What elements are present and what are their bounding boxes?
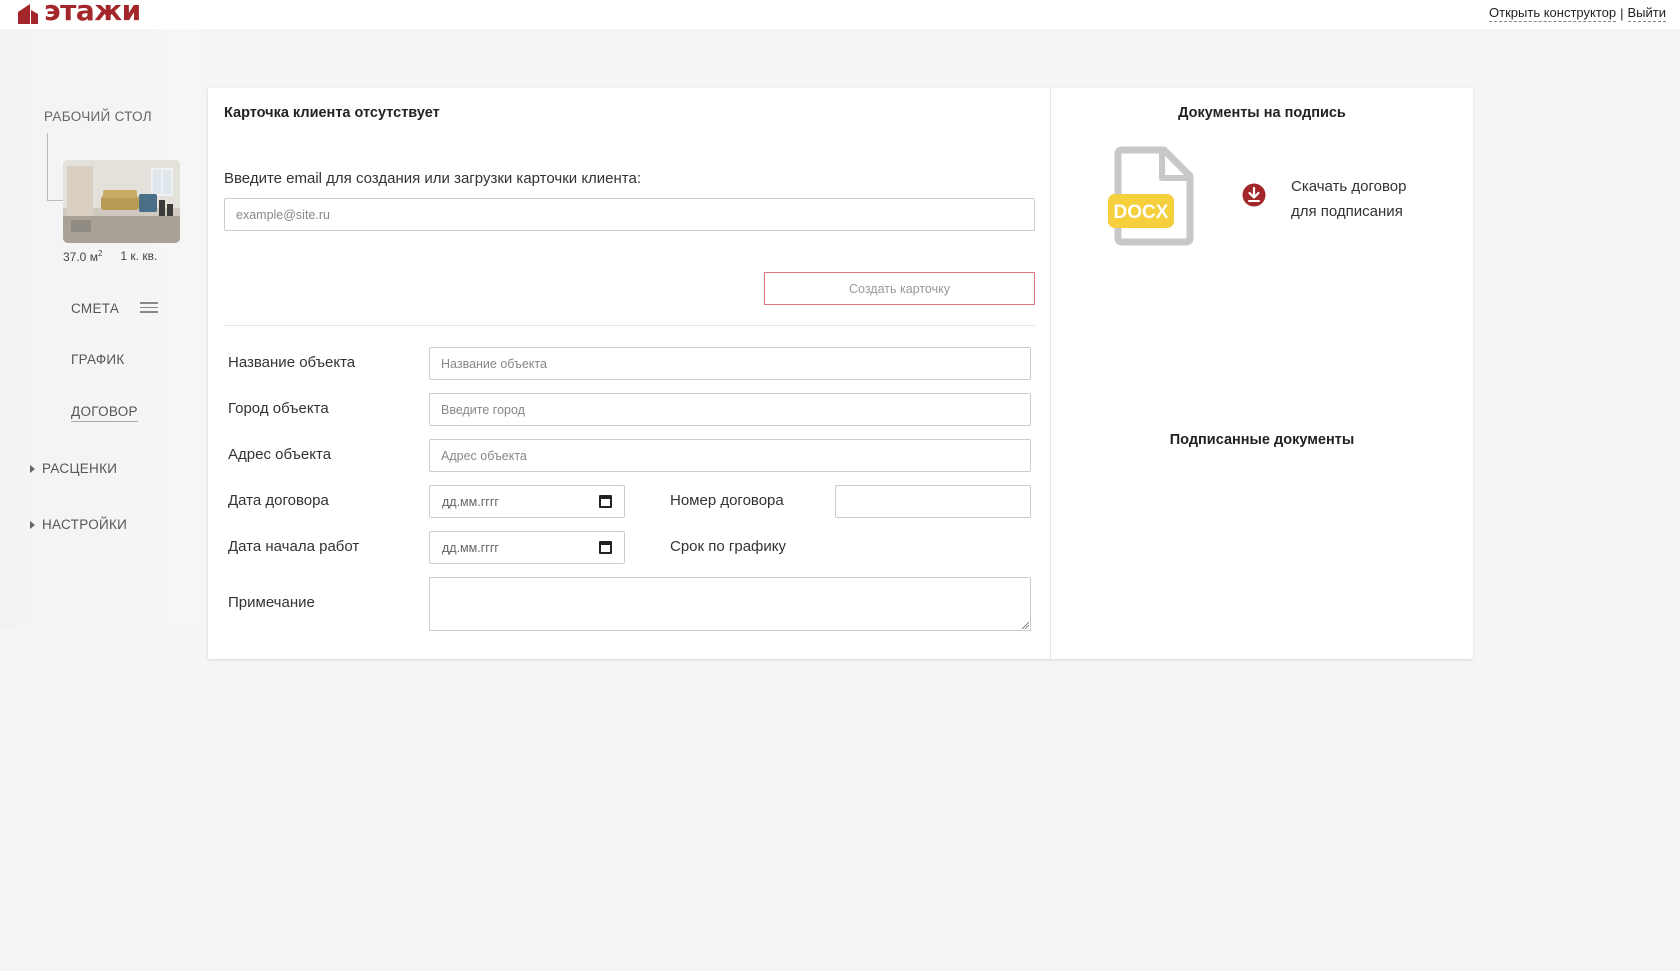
logo[interactable]: этажи [16,0,141,26]
header-separator: | [1620,6,1624,21]
section-divider [224,325,1035,326]
logo-text: этажи [44,0,141,27]
resize-grip-icon[interactable] [1021,621,1029,629]
object-name-label: Название объекта [228,354,356,371]
address-input[interactable] [429,439,1031,472]
contract-card: Карточка клиента отсутствует Введите ema… [208,88,1473,659]
calendar-icon[interactable] [599,541,612,554]
tree-line-branch [47,200,63,201]
object-name-input[interactable] [429,347,1031,380]
download-icon[interactable] [1242,183,1266,207]
start-date-value: дд.мм.гггг [442,540,499,555]
sidebar-item-schedule[interactable]: ГРАФИК [71,352,125,367]
open-constructor-link[interactable]: Открыть конструктор [1489,5,1617,22]
signed-documents-title: Подписанные документы [1169,432,1355,448]
apartment-area: 37.0 м2 [63,249,103,264]
city-input[interactable] [429,393,1031,426]
note-label: Примечание [228,594,315,611]
caret-right-icon [30,520,35,529]
address-label: Адрес объекта [228,446,332,463]
apartment-thumbnail[interactable] [63,160,180,243]
sidebar-item-estimate[interactable]: СМЕТА [71,301,119,316]
start-date-label: Дата начала работ [228,538,360,555]
menu-icon[interactable] [140,299,158,313]
tree-line [47,133,48,201]
create-card-button[interactable]: Создать карточку [764,272,1035,305]
header-links: Открыть конструктор | Выйти [1489,5,1666,22]
panel-divider [1050,88,1051,659]
apartment-meta: 37.0 м2 1 к. кв. [63,249,157,264]
email-label: Введите email для создания или загрузки … [224,170,642,187]
schedule-term-label: Срок по графику [670,538,786,555]
email-input[interactable] [224,198,1035,231]
download-contract-link[interactable]: Скачать договор для подписания [1291,174,1431,224]
contract-number-label: Номер договора [670,492,784,509]
calendar-icon[interactable] [599,495,612,508]
contract-date-label: Дата договора [228,492,329,509]
client-card-title: Карточка клиента отсутствует [224,105,440,121]
start-date-input[interactable]: дд.мм.гггг [429,531,625,564]
apartment-interior-image [63,160,180,243]
logo-building-icon [18,4,38,24]
caret-right-icon [30,464,35,473]
docx-label: DOCX [1114,202,1169,223]
sidebar-group-label: РАСЦЕНКИ [42,461,118,476]
sidebar-group-settings[interactable]: НАСТРОЙКИ [30,517,127,532]
city-label: Город объекта [228,400,329,417]
contract-date-input[interactable]: дд.мм.гггг [429,485,625,518]
top-bar: этажи Открыть конструктор | Выйти [0,0,1680,29]
documents-to-sign-title: Документы на подпись [1178,105,1346,121]
sidebar: РАБОЧИЙ СТОЛ 37.0 м2 1 к. кв. СМЕТА ГРАФ… [0,29,200,629]
sidebar-group-rates[interactable]: РАСЦЕНКИ [30,461,117,476]
docx-file-icon[interactable]: DOCX [1108,146,1194,246]
sidebar-item-contract[interactable]: ДОГОВОР [71,404,138,422]
contract-number-input[interactable] [835,485,1031,518]
contract-date-value: дд.мм.гггг [442,494,499,509]
sidebar-group-label: НАСТРОЙКИ [42,517,128,532]
logout-link[interactable]: Выйти [1627,5,1666,22]
sidebar-item-dashboard[interactable]: РАБОЧИЙ СТОЛ [44,109,152,124]
note-textarea[interactable] [429,577,1031,631]
apartment-rooms: 1 к. кв. [120,249,158,263]
